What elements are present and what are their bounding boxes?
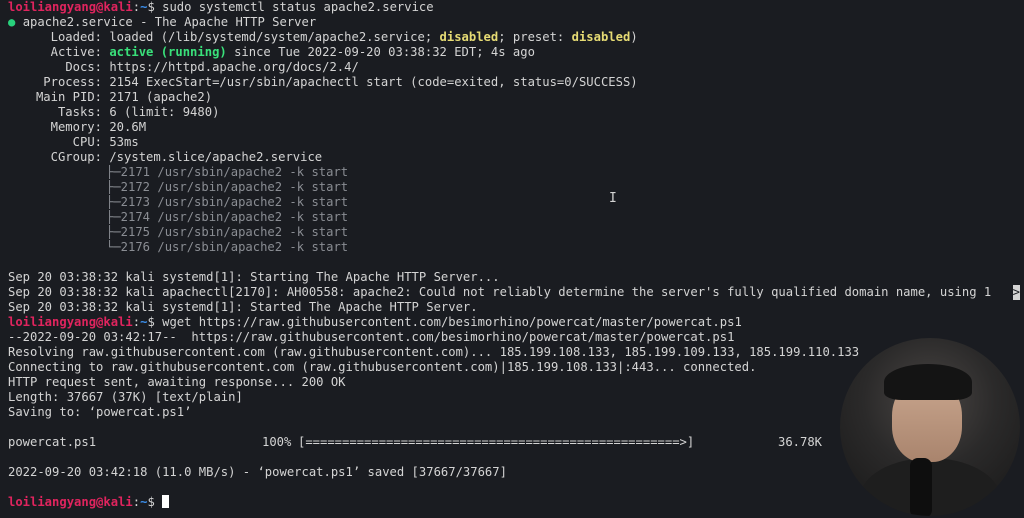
status-bullet-icon: ● [8, 15, 16, 29]
wget-output-line: Resolving raw.githubusercontent.com (raw… [8, 345, 1020, 360]
field-value: ) [630, 30, 638, 44]
prompt-symbol: $ [147, 315, 155, 329]
log-line: Sep 20 03:38:32 kali apachectl[2170]: AH… [8, 285, 1020, 300]
output-text: Length: 37667 (37K) [text/plain] [8, 390, 243, 404]
service-mainpid: Main PID: 2171 (apache2) [8, 90, 1020, 105]
field-value: 6 (limit: 9480) [109, 105, 220, 119]
field-value: 2171 (apache2) [109, 90, 213, 104]
field-value: /system.slice/apache2.service [109, 150, 323, 164]
field-label: Active: [50, 45, 102, 59]
field-label: Main PID: [35, 90, 102, 104]
service-loaded: Loaded: loaded (/lib/systemd/system/apac… [8, 30, 1020, 45]
progress-bar: [=======================================… [298, 435, 695, 449]
field-value: 20.6M [109, 120, 147, 134]
webcam-person-cap [884, 364, 972, 400]
output-text: Connecting to raw.githubusercontent.com … [8, 360, 757, 374]
process-entry: └─2176 /usr/sbin/apache2 -k start [106, 240, 349, 254]
service-memory: Memory: 20.6M [8, 120, 1020, 135]
disabled-badge: disabled [439, 30, 499, 44]
service-process: Process: 2154 ExecStart=/usr/sbin/apache… [8, 75, 1020, 90]
output-text: --2022-09-20 03:42:17-- https://raw.gith… [8, 330, 735, 344]
service-cgroup: CGroup: /system.slice/apache2.service [8, 150, 1020, 165]
field-value: loaded (/lib/systemd/system/apache2.serv… [109, 30, 440, 44]
log-line: Sep 20 03:38:32 kali systemd[1]: Startin… [8, 270, 1020, 285]
service-cpu: CPU: 53ms [8, 135, 1020, 150]
process-entry: ├─2174 /usr/sbin/apache2 -k start [106, 210, 349, 224]
field-value: since Tue 2022-09-20 03:38:32 EDT; 4s ag… [226, 45, 535, 59]
microphone-icon [910, 458, 932, 516]
output-text: HTTP request sent, awaiting response... … [8, 375, 346, 389]
cgroup-process: ├─2175 /usr/sbin/apache2 -k start [8, 225, 1020, 240]
docs-link[interactable]: https://httpd.apache.org/docs/2.4/ [109, 60, 358, 74]
log-text: Sep 20 03:38:32 kali apachectl[2170]: AH… [8, 285, 992, 299]
field-label: Process: [43, 75, 102, 89]
prompt-separator: : [132, 495, 141, 509]
progress-speed: 36.78K [778, 435, 823, 449]
prompt-user: loiliangyang@kali [8, 495, 133, 509]
field-label: CPU: [72, 135, 102, 149]
ibeam-cursor-icon: I [609, 191, 617, 206]
field-label: Loaded: [50, 30, 102, 44]
prompt-line: loiliangyang@kali:~$ sudo systemctl stat… [8, 0, 1020, 15]
field-label: Memory: [50, 120, 102, 134]
cgroup-process: ├─2174 /usr/sbin/apache2 -k start [8, 210, 1020, 225]
process-entry: ├─2171 /usr/sbin/apache2 -k start [106, 165, 349, 179]
output-text: 2022-09-20 03:42:18 (11.0 MB/s) - ‘power… [8, 465, 507, 479]
field-label: CGroup: [50, 150, 102, 164]
service-title: apache2.service - The Apache HTTP Server [22, 15, 317, 29]
prompt-symbol: $ [147, 0, 155, 14]
cgroup-process: ├─2172 /usr/sbin/apache2 -k start [8, 180, 1020, 195]
progress-filename: powercat.ps1 [8, 435, 97, 449]
command-text: wget https://raw.githubusercontent.com/b… [162, 315, 742, 329]
text-cursor[interactable] [162, 495, 170, 508]
output-text: Saving to: ‘powercat.ps1’ [8, 405, 192, 419]
service-header: ● apache2.service - The Apache HTTP Serv… [8, 15, 1020, 30]
progress-percent: 100% [262, 435, 292, 449]
log-text: Sep 20 03:38:32 kali systemd[1]: Started… [8, 300, 478, 314]
prompt-user: loiliangyang@kali [8, 0, 133, 14]
cgroup-process: ├─2173 /usr/sbin/apache2 -k start [8, 195, 1020, 210]
prompt-separator: : [132, 315, 141, 329]
service-docs: Docs: https://httpd.apache.org/docs/2.4/ [8, 60, 1020, 75]
preset-badge: disabled [571, 30, 631, 44]
cgroup-process: ├─2171 /usr/sbin/apache2 -k start [8, 165, 1020, 180]
log-line: Sep 20 03:38:32 kali systemd[1]: Started… [8, 300, 1020, 315]
service-active: Active: active (running) since Tue 2022-… [8, 45, 1020, 60]
log-text: Sep 20 03:38:32 kali systemd[1]: Startin… [8, 270, 500, 284]
service-tasks: Tasks: 6 (limit: 9480) [8, 105, 1020, 120]
output-text: Resolving raw.githubusercontent.com (raw… [8, 345, 860, 359]
command-text: sudo systemctl status apache2.service [162, 0, 434, 14]
prompt-separator: : [132, 0, 141, 14]
overflow-marker: > [1012, 285, 1020, 300]
field-label: Docs: [65, 60, 102, 74]
field-value: 2154 ExecStart=/usr/sbin/apachectl start… [109, 75, 638, 89]
wget-output-line: --2022-09-20 03:42:17-- https://raw.gith… [8, 330, 1020, 345]
cgroup-process: └─2176 /usr/sbin/apache2 -k start [8, 240, 1020, 255]
prompt-user: loiliangyang@kali [8, 315, 133, 329]
process-entry: ├─2172 /usr/sbin/apache2 -k start [106, 180, 349, 194]
field-label: Tasks: [57, 105, 102, 119]
prompt-line: loiliangyang@kali:~$ wget https://raw.gi… [8, 315, 1020, 330]
field-value: 53ms [109, 135, 139, 149]
field-value: ; preset: [498, 30, 572, 44]
process-entry: ├─2175 /usr/sbin/apache2 -k start [106, 225, 349, 239]
prompt-symbol: $ [147, 495, 155, 509]
webcam-overlay [840, 338, 1020, 516]
active-status: active (running) [109, 45, 227, 59]
process-entry: ├─2173 /usr/sbin/apache2 -k start [106, 195, 349, 209]
